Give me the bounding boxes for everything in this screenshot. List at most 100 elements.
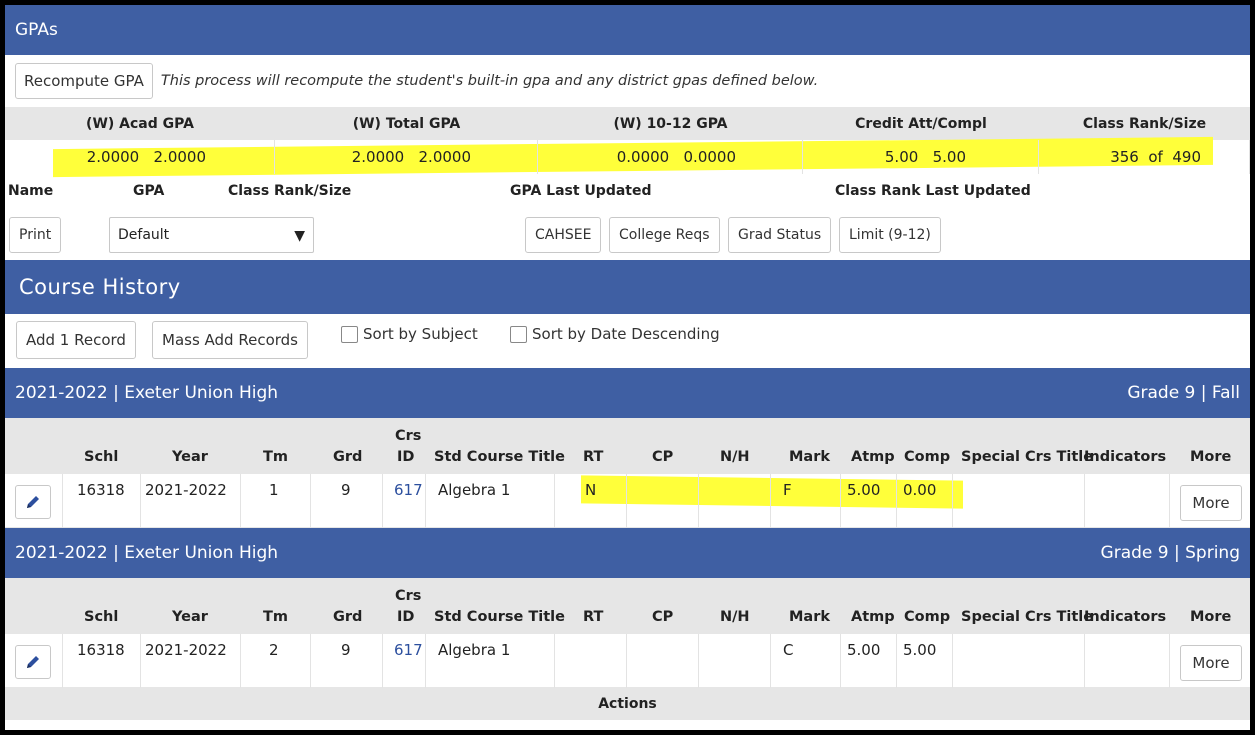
- col-comp: Comp: [904, 609, 951, 625]
- class-rank-size-header: Class Rank/Size: [1082, 115, 1207, 132]
- term-header: 2021-2022 | Exeter Union High Grade 9 | …: [5, 528, 1250, 578]
- more-button[interactable]: More: [1180, 485, 1242, 521]
- course-id-link[interactable]: 617: [394, 481, 423, 499]
- gpas-title: GPAs: [15, 20, 58, 40]
- college-reqs-button[interactable]: College Reqs: [609, 217, 720, 253]
- credit-att-compl-header: Credit Att/Compl: [855, 115, 987, 132]
- sort-by-date-label: Sort by Date Descending: [532, 325, 720, 343]
- cell-mark: F: [783, 481, 792, 499]
- checkbox-icon: [510, 325, 527, 343]
- term-header: 2021-2022 | Exeter Union High Grade 9 | …: [5, 368, 1250, 418]
- cell-atmp: 5.00: [847, 481, 881, 499]
- col-year: Year: [172, 609, 208, 625]
- gpa-table-header: Name GPA Class Rank/Size GPA Last Update…: [5, 174, 1250, 207]
- col-tm: Tm: [263, 449, 288, 465]
- col-special: Special Crs Title: [961, 609, 1094, 625]
- col-more: More: [1190, 449, 1232, 465]
- recompute-note: This process will recompute the student'…: [160, 73, 819, 89]
- actions-label: Actions: [598, 696, 657, 712]
- grad-status-button[interactable]: Grad Status: [728, 217, 832, 253]
- cell-tm: 2: [269, 641, 279, 659]
- checkbox-icon: [341, 325, 358, 343]
- col-cp: CP: [652, 609, 674, 625]
- sort-by-date-checkbox[interactable]: Sort by Date Descending: [510, 325, 720, 343]
- col-crs: Crs: [395, 428, 422, 444]
- cell-special: [953, 474, 1085, 528]
- total-gpa-header: (W) Total GPA: [352, 115, 461, 132]
- class-rank-col-header: Class Rank/Size: [228, 183, 352, 199]
- col-mark: Mark: [789, 609, 831, 625]
- col-atmp: Atmp: [851, 609, 895, 625]
- col-cp: CP: [652, 449, 674, 465]
- col-id: ID: [397, 609, 415, 625]
- course-history-title: Course History: [19, 275, 181, 299]
- acad-gpa-value: 2.0000 2.0000: [5, 140, 275, 174]
- mass-add-records-button[interactable]: Mass Add Records: [152, 321, 308, 359]
- course-table-header: Schl Year Tm Grd Crs ID Std Course Title…: [5, 578, 1250, 634]
- recompute-gpa-button[interactable]: Recompute GPA: [15, 63, 153, 99]
- course-history-header: Course History: [5, 260, 1250, 314]
- sort-by-subject-checkbox[interactable]: Sort by Subject: [341, 325, 478, 343]
- gpa-summary-values: 2.0000 2.0000 2.0000 2.0000 0.0000 0.000…: [5, 136, 1250, 178]
- table-row: 16318 2021-2022 2 9 617 Algebra 1 C 5.00…: [5, 634, 1250, 688]
- term-school-year: 2021-2022 | Exeter Union High: [15, 543, 279, 563]
- 10-12-gpa-header: (W) 10-12 GPA: [613, 115, 728, 132]
- sort-by-subject-label: Sort by Subject: [363, 325, 478, 343]
- more-button[interactable]: More: [1180, 645, 1242, 681]
- col-grd: Grd: [333, 449, 363, 465]
- cell-tm: 1: [269, 481, 279, 499]
- col-more: More: [1190, 609, 1232, 625]
- col-year: Year: [172, 449, 208, 465]
- recompute-row: Recompute GPA This process will recomput…: [5, 55, 1250, 107]
- gpa-col-header: GPA: [133, 183, 165, 199]
- edit-record-button[interactable]: [15, 645, 51, 679]
- col-title: Std Course Title: [434, 449, 565, 465]
- col-grd: Grd: [333, 609, 363, 625]
- col-indicators: Indicators: [1084, 609, 1167, 625]
- print-button[interactable]: Print: [9, 217, 62, 253]
- gpas-section-header: GPAs: [5, 5, 1250, 55]
- cahsee-button[interactable]: CAHSEE: [525, 217, 602, 253]
- cell-comp: 0.00: [903, 481, 937, 499]
- col-rt: RT: [583, 609, 604, 625]
- col-rt: RT: [583, 449, 604, 465]
- table-row: 16318 2021-2022 1 9 617 Algebra 1 N F 5.…: [5, 474, 1250, 528]
- col-crs: Crs: [395, 588, 422, 604]
- cell-mark: C: [783, 641, 794, 659]
- cell-schl: 16318: [77, 481, 125, 499]
- pencil-icon: [27, 496, 39, 508]
- cell-title: Algebra 1: [438, 481, 511, 499]
- term-school-year: 2021-2022 | Exeter Union High: [15, 383, 279, 403]
- add-1-record-button[interactable]: Add 1 Record: [16, 321, 136, 359]
- term-grade: Grade 9 | Spring: [1100, 543, 1240, 563]
- cell-grd: 9: [341, 481, 351, 499]
- edit-record-button[interactable]: [15, 485, 51, 519]
- gpa-select-value: Default: [118, 227, 170, 243]
- col-nh: N/H: [720, 609, 750, 625]
- course-id-link[interactable]: 617: [394, 641, 423, 659]
- gpa-select[interactable]: Default ▼: [109, 217, 314, 253]
- col-nh: N/H: [720, 449, 750, 465]
- pencil-icon: [27, 656, 39, 668]
- col-indicators: Indicators: [1084, 449, 1167, 465]
- course-table-header: Schl Year Tm Grd Crs ID Std Course Title…: [5, 418, 1250, 474]
- course-history-toolbar: Add 1 Record Mass Add Records Sort by Su…: [5, 314, 1250, 368]
- acad-gpa-header: (W) Acad GPA: [86, 115, 194, 132]
- limit-9-12-button[interactable]: Limit (9-12): [839, 217, 941, 253]
- cell-schl: 16318: [77, 641, 125, 659]
- cell-year: 2021-2022: [145, 641, 227, 659]
- cell-special: [953, 634, 1085, 688]
- 10-12-gpa-value: 0.0000 0.0000: [538, 140, 803, 174]
- name-col-header: Name: [8, 183, 54, 199]
- col-comp: Comp: [904, 449, 951, 465]
- cell-year: 2021-2022: [145, 481, 227, 499]
- gpa-summary-header: (W) Acad GPA (W) Total GPA (W) 10-12 GPA…: [5, 107, 1250, 140]
- cell-rt: N: [585, 481, 597, 499]
- col-id: ID: [397, 449, 415, 465]
- col-schl: Schl: [84, 449, 119, 465]
- col-atmp: Atmp: [851, 449, 895, 465]
- term-grade: Grade 9 | Fall: [1127, 383, 1240, 403]
- cell-atmp: 5.00: [847, 641, 881, 659]
- class-rank-last-updated-header: Class Rank Last Updated: [835, 183, 1031, 199]
- cell-grd: 9: [341, 641, 351, 659]
